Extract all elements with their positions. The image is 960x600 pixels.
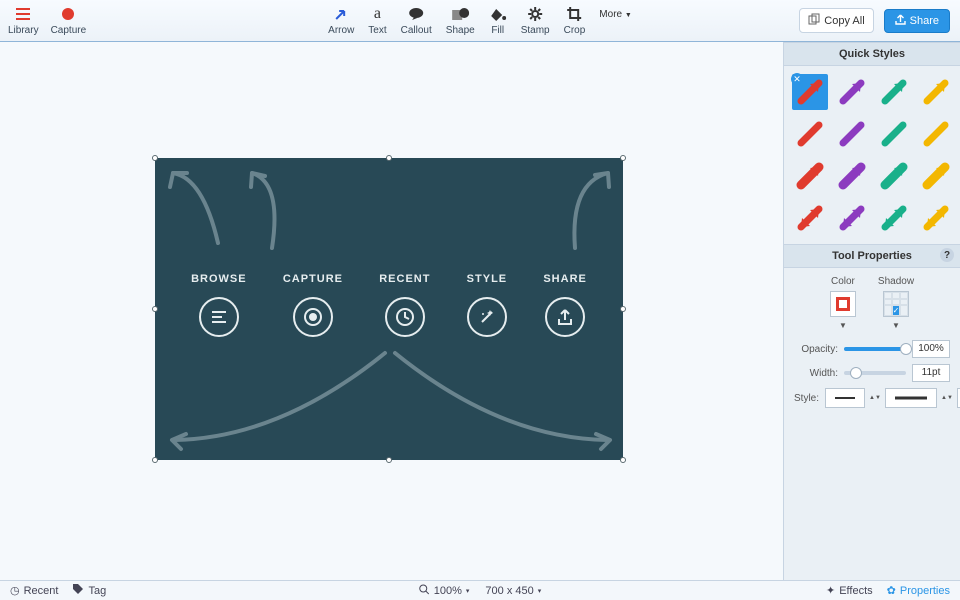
chevron-down-icon: ▼ <box>625 12 632 19</box>
chevron-down-icon: ▾ <box>466 587 470 595</box>
callout-icon <box>407 5 425 23</box>
upload-icon <box>545 297 585 337</box>
tool-callout[interactable]: Callout <box>401 5 432 36</box>
copy-all-button[interactable]: Copy All <box>799 8 873 33</box>
zoom-level[interactable]: 100%▾ <box>419 584 470 598</box>
quick-styles-grid: ✕ <box>784 66 960 244</box>
arrow-icon <box>332 5 350 23</box>
tool-text[interactable]: aText <box>368 5 386 36</box>
ab-capture: CAPTURE <box>283 273 343 337</box>
resize-handle[interactable] <box>386 457 392 463</box>
resize-handle[interactable] <box>152 457 158 463</box>
gear-icon <box>526 5 544 23</box>
canvas[interactable]: BROWSE CAPTURE RECENT STYLE SHARE <box>0 42 783 580</box>
quick-style-swatch[interactable] <box>834 116 870 152</box>
status-tag[interactable]: Tag <box>72 583 106 598</box>
quick-style-swatch[interactable] <box>918 74 954 110</box>
copy-icon <box>808 13 820 28</box>
wand-icon <box>467 297 507 337</box>
crop-icon <box>565 5 583 23</box>
shape-icon <box>451 5 469 23</box>
chevron-down-icon: ▼ <box>892 321 900 330</box>
sidebar: Quick Styles ✕ Tool Properties? Color▼ S… <box>783 42 960 580</box>
quick-style-swatch[interactable] <box>876 74 912 110</box>
resize-handle[interactable] <box>152 155 158 161</box>
toolbar: Library Capture Arrow aText Callout Shap… <box>0 0 960 42</box>
target-icon <box>293 297 333 337</box>
close-icon[interactable]: ✕ <box>791 73 803 85</box>
quick-style-swatch[interactable]: ✕ <box>792 74 828 110</box>
list-icon <box>199 297 239 337</box>
clock-icon <box>385 297 425 337</box>
tool-properties-header: Tool Properties? <box>784 244 960 268</box>
resize-handle[interactable] <box>386 155 392 161</box>
ab-style: STYLE <box>467 273 507 337</box>
text-icon: a <box>368 5 386 23</box>
chevron-down-icon: ▾ <box>538 587 542 595</box>
quick-style-swatch[interactable] <box>876 116 912 152</box>
help-button[interactable]: ? <box>940 248 954 262</box>
share-icon <box>895 14 906 28</box>
clock-icon: ◷ <box>10 584 20 597</box>
properties-button[interactable]: ✿Properties <box>887 584 950 597</box>
quick-style-swatch[interactable] <box>918 116 954 152</box>
artboard[interactable]: BROWSE CAPTURE RECENT STYLE SHARE <box>155 158 623 460</box>
style-line-select[interactable] <box>885 388 937 408</box>
resize-handle[interactable] <box>620 306 626 312</box>
quick-style-swatch[interactable] <box>918 158 954 194</box>
quick-style-swatch[interactable] <box>834 74 870 110</box>
statusbar: ◷Recent Tag 100%▾ 700 x 450 ▾ ✦Effects ✿… <box>0 580 960 600</box>
search-icon <box>419 584 430 598</box>
tag-icon <box>72 583 84 598</box>
share-button[interactable]: Share <box>884 9 950 33</box>
resize-handle[interactable] <box>620 457 626 463</box>
quick-style-swatch[interactable] <box>876 200 912 236</box>
tool-fill[interactable]: Fill <box>489 5 507 36</box>
chevron-down-icon: ▼ <box>839 321 847 330</box>
ab-recent: RECENT <box>379 273 430 337</box>
gear-icon: ✿ <box>887 584 896 597</box>
quick-style-swatch[interactable] <box>792 158 828 194</box>
quick-style-swatch[interactable] <box>792 200 828 236</box>
resize-handle[interactable] <box>620 155 626 161</box>
style-tail-select[interactable] <box>825 388 865 408</box>
ab-browse: BROWSE <box>191 273 247 337</box>
menu-icon <box>14 5 32 23</box>
status-recent[interactable]: ◷Recent <box>10 583 58 598</box>
effects-button[interactable]: ✦Effects <box>826 584 873 597</box>
record-icon <box>59 5 77 23</box>
quick-style-swatch[interactable] <box>834 158 870 194</box>
quick-style-swatch[interactable] <box>834 200 870 236</box>
library-button[interactable]: Library <box>8 5 39 36</box>
shadow-swatch[interactable]: ✓ <box>883 291 909 317</box>
width-slider[interactable] <box>844 371 906 375</box>
quick-style-swatch[interactable] <box>792 116 828 152</box>
tool-crop[interactable]: Crop <box>564 5 586 36</box>
wand-icon: ✦ <box>826 584 835 597</box>
opacity-slider[interactable] <box>844 347 906 351</box>
quick-styles-header: Quick Styles <box>784 42 960 66</box>
fill-icon <box>489 5 507 23</box>
tool-stamp[interactable]: Stamp <box>521 5 550 36</box>
tool-shape[interactable]: Shape <box>446 5 475 36</box>
quick-style-swatch[interactable] <box>918 200 954 236</box>
color-swatch[interactable] <box>830 291 856 317</box>
more-button[interactable]: More ▼ <box>599 9 632 20</box>
quick-style-swatch[interactable] <box>876 158 912 194</box>
ab-share: SHARE <box>543 273 587 337</box>
resize-handle[interactable] <box>152 306 158 312</box>
tool-arrow[interactable]: Arrow <box>328 5 354 36</box>
opacity-value[interactable]: 100% <box>912 340 950 358</box>
capture-button[interactable]: Capture <box>51 5 87 36</box>
width-value[interactable]: 11pt <box>912 364 950 382</box>
canvas-dimensions: 700 x 450 ▾ <box>485 584 541 598</box>
